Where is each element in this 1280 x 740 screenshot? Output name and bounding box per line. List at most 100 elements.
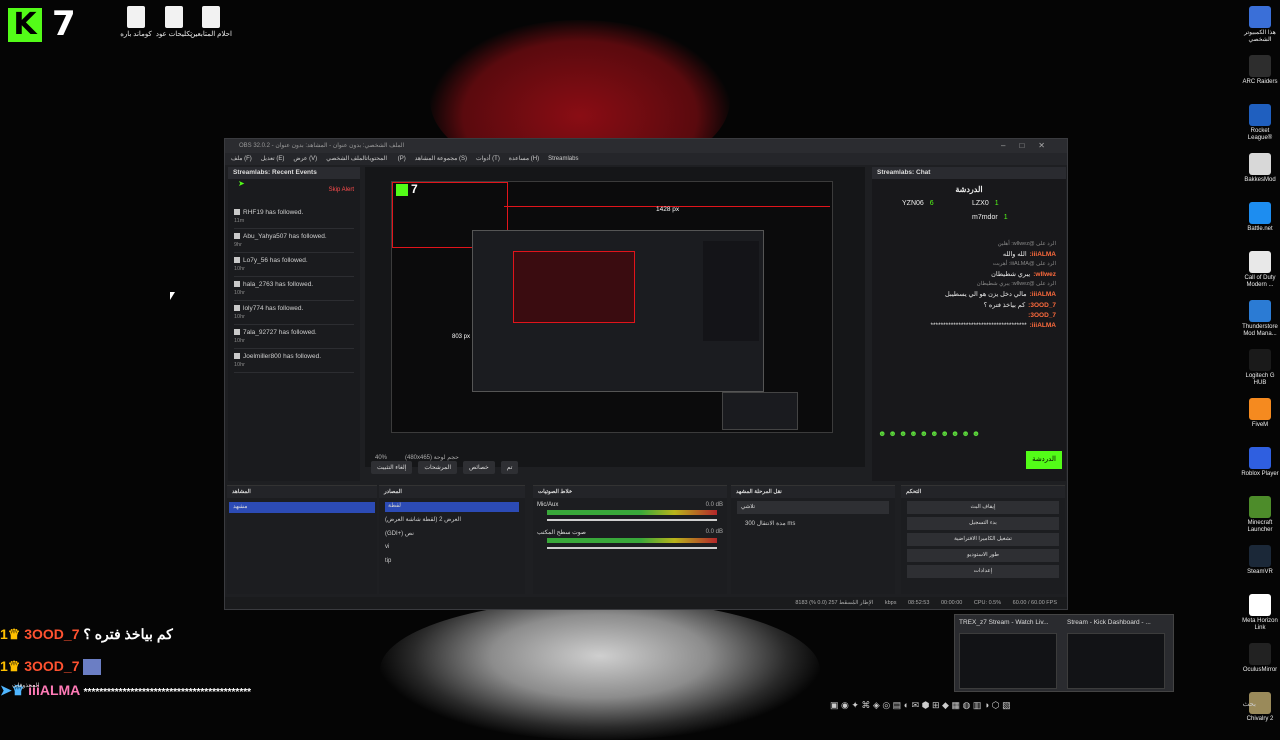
desktop-shortcut[interactable]: Battle.net [1240, 202, 1280, 233]
event-time: 10hr [234, 338, 246, 344]
window-title: OBS 32.0.2 - الملف الشخصي: بدون عنوان - … [239, 143, 405, 149]
desktop-shortcut[interactable]: Call of Duty Modern ... [1240, 251, 1280, 289]
preview-thumb-1[interactable] [959, 633, 1057, 689]
mixer-list: 0.0 dB Mic/Aux 0.0 dB صوت سطح المكتب [533, 502, 727, 549]
desktop-shortcut[interactable]: FiveM [1240, 398, 1280, 429]
emote-icon [83, 659, 102, 676]
menu-item[interactable]: مجموعة المشاهد (S) [415, 156, 467, 162]
control-button[interactable]: إعدادات [907, 565, 1059, 578]
volume-slider[interactable] [547, 547, 717, 549]
leader-name: m7mdor [972, 214, 998, 221]
control-button[interactable]: طور الاستوديو [907, 549, 1059, 562]
menu-item[interactable]: عرض (V) [293, 156, 317, 162]
desktop-shortcut-label: FiveM [1251, 422, 1269, 428]
chat-text: ************************************** [930, 322, 1027, 329]
kick-icon [234, 281, 240, 288]
app-icon [1249, 594, 1271, 616]
source-control-button[interactable]: تم [500, 461, 519, 474]
preview-title-2[interactable]: Stream - Kick Dashboard - ... [1067, 619, 1151, 626]
source-control-button[interactable]: المرشحات [418, 461, 457, 474]
chat-send-button[interactable]: الدردشة [1026, 451, 1062, 469]
app-icon [1249, 251, 1271, 273]
desktop-shortcut[interactable]: OculusMirror [1240, 643, 1280, 674]
chat-username[interactable]: iiiALMA: [1030, 251, 1056, 258]
kick-icon [234, 353, 240, 360]
app-icon [1249, 300, 1271, 322]
source-item[interactable]: لقطة [385, 502, 519, 512]
desktop-icon-3[interactable]: احلام المتابعين [181, 6, 241, 38]
control-button[interactable]: تشغيل الكاميرا الافتراضية [907, 533, 1059, 546]
preview-area[interactable]: 7 1428 px 803 px 40% (480x465) حجم لوحة [365, 167, 865, 467]
source-item[interactable]: tip [385, 558, 519, 568]
chat-username[interactable]: 3OOD_7: [1028, 302, 1056, 309]
emote-bar[interactable]: ☻☻☻☻☻☻☻☻☻☻ [878, 429, 982, 438]
scenes-dock: المشاهد مشهد [227, 485, 377, 594]
sources-dock: المصادر لقطة العرض 2 (لقطة شاشة العرض) (GD… [379, 485, 525, 594]
mouse-cursor-icon [170, 292, 175, 300]
control-button[interactable]: إيقاف البث [907, 501, 1059, 514]
desktop-shortcut[interactable]: SteamVR [1240, 545, 1280, 576]
desktop-shortcut[interactable]: Meta Horizon Link [1240, 594, 1280, 632]
source-control-button[interactable]: خصائص [463, 461, 495, 474]
search-label[interactable]: بحث [1243, 700, 1256, 708]
event-item: Lo7y_56 has followed. 10hr [234, 257, 354, 277]
scene-item[interactable]: مشهد [229, 502, 375, 513]
app-icon [1249, 643, 1271, 665]
skip-alert-button[interactable]: Skip Alert [329, 187, 354, 193]
menu-item[interactable]: مساعدة (H) [509, 156, 539, 162]
desktop-shortcut[interactable]: ARC Raiders [1240, 55, 1280, 86]
source-item[interactable]: vi [385, 544, 519, 554]
source-item[interactable]: العرض 2 (لقطة شاشة العرض) [385, 516, 519, 526]
chat-username[interactable]: 3OOD_7: [1028, 312, 1056, 319]
event-text: RHF19 has followed. [243, 209, 304, 216]
overlay-chat: 1♛ 3OOD_7 كم بياخذ فتره ؟ 1♛ 3OOD_7 ➤♛ i… [0, 626, 251, 714]
desktop-shortcut[interactable]: Logitech G HUB [1240, 349, 1280, 387]
mixer-channel: 0.0 dB Mic/Aux [537, 502, 723, 521]
menu-item[interactable]: تعديل (E) [261, 156, 285, 162]
app-icon [1249, 153, 1271, 175]
desktop-shortcut-label: Roblox Player [1241, 471, 1279, 477]
mixer-channel-name: صوت سطح المكتب [537, 530, 586, 536]
preview-thumb-2[interactable] [1067, 633, 1165, 689]
rec-time: 00:00:00 [940, 600, 963, 606]
desktop-shortcut[interactable]: Minecraft Launcher [1240, 496, 1280, 534]
chat-username[interactable]: wllwez: [1033, 271, 1056, 278]
source-control-button[interactable]: إلغاء التثبيت [371, 461, 413, 474]
taskbar-thumbnail-popup[interactable]: TREX_z7 Stream - Watch Liv... Stream - K… [954, 614, 1174, 692]
preview-canvas[interactable]: 7 1428 px 803 px [391, 181, 833, 433]
menu-item[interactable]: Streamlabs [548, 156, 578, 162]
chat-username[interactable]: iiiALMA: [1030, 322, 1056, 329]
mixer-db: 0.0 dB [705, 502, 723, 508]
desktop-shortcut[interactable]: Roblox Player [1240, 447, 1280, 478]
event-text: 7ala_92727 has followed. [243, 329, 317, 336]
kick-icon [234, 305, 240, 312]
volume-slider[interactable] [547, 519, 717, 521]
desktop-shortcut[interactable]: هذا الكمبيوتر الشخصي [1240, 6, 1280, 44]
event-item: loly774 has followed. 10hr [234, 305, 354, 325]
leader-entry: YZN06 6 [902, 200, 934, 207]
desktop-shortcut[interactable]: BakkesMod [1240, 153, 1280, 184]
source-item[interactable]: (GDI+) نص [385, 530, 519, 540]
obs-titlebar[interactable]: OBS 32.0.2 - الملف الشخصي: بدون عنوان - … [225, 139, 1067, 153]
file-icon [202, 6, 220, 28]
chat-username[interactable]: iiiALMA: [1030, 291, 1056, 298]
transition-select[interactable]: تلاشي [737, 501, 889, 514]
desktop-shortcut[interactable]: Rocket League® [1240, 104, 1280, 142]
menu-item[interactable]: المحتويات [366, 156, 387, 162]
taskbar-apps-icon[interactable]: ▣ ◉ ✦ ⌘ ◈ ◎ ▤ ◐ ✉ ⬢ ⊞ ◆ ▦ ◍ ▥ ◑ ⬡ ▧ [830, 700, 1011, 711]
event-time: 10hr [234, 290, 246, 296]
desktop-shortcut[interactable]: Thunderstore Mod Mana... [1240, 300, 1280, 338]
desktop-shortcut-label: ARC Raiders [1242, 79, 1278, 85]
preview-title-1[interactable]: TREX_z7 Stream - Watch Liv... [959, 619, 1049, 626]
streamlabs-chat-panel: Streamlabs: Chat الدردشة YZN06 6 LZX0 1 m7md… [872, 167, 1066, 481]
menu-item[interactable]: ملف (F) [231, 156, 252, 162]
desktop-shortcut-label: Minecraft Launcher [1247, 520, 1273, 533]
kick-logo: K [8, 8, 42, 42]
app-icon [1249, 55, 1271, 77]
sources-list: لقطة العرض 2 (لقطة شاشة العرض) (GDI+) نص vi… [379, 502, 525, 568]
control-button[interactable]: بدء التسجيل [907, 517, 1059, 530]
obs-window[interactable]: OBS 32.0.2 - الملف الشخصي: بدون عنوان - … [224, 138, 1068, 610]
menu-item[interactable]: أدوات (T) [476, 156, 500, 162]
window-controls[interactable]: –□✕ [1001, 139, 1059, 153]
events-panel-title: Streamlabs: Recent Events [228, 167, 360, 179]
